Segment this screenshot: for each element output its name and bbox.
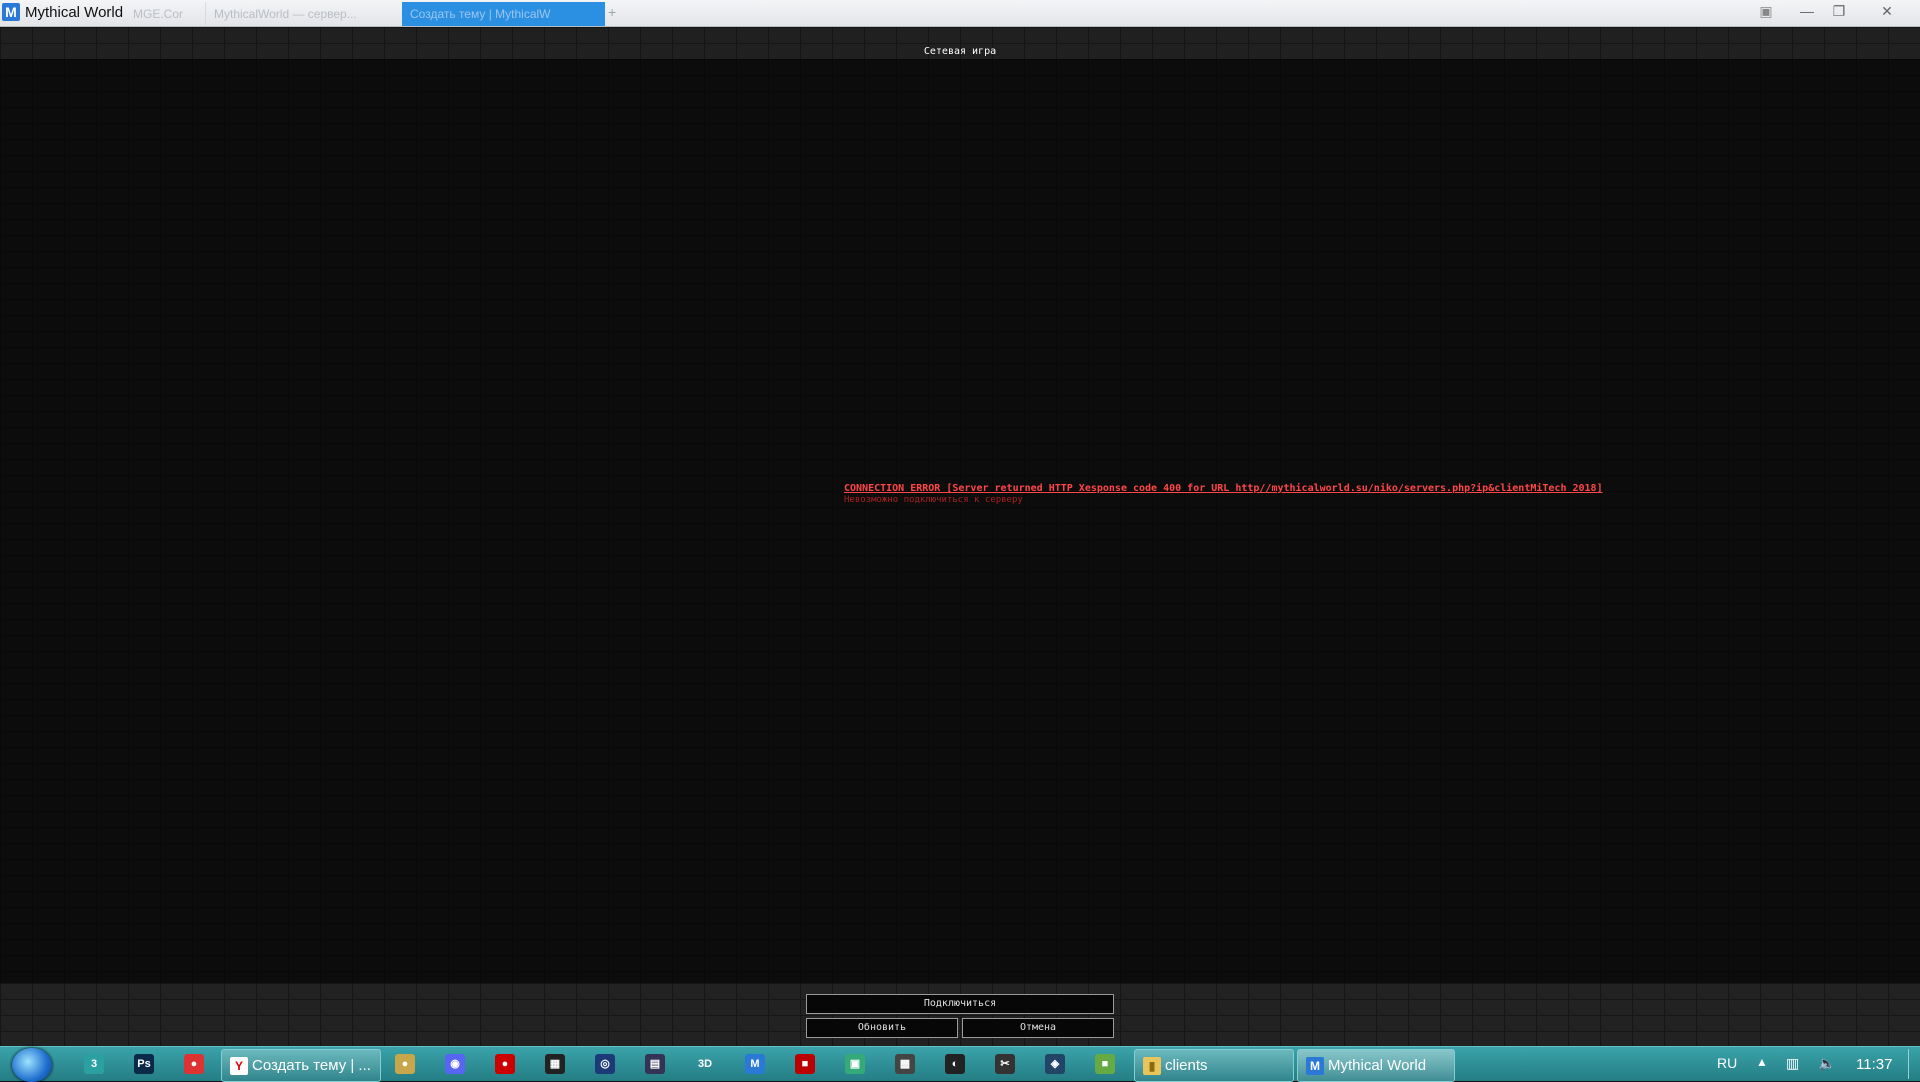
photoshop-icon[interactable]: Ps bbox=[134, 1054, 154, 1074]
connect-button[interactable]: Подключиться bbox=[806, 994, 1114, 1014]
gpu-icon[interactable]: ▩ bbox=[895, 1054, 915, 1074]
mythical-icon[interactable]: M bbox=[745, 1054, 765, 1074]
task-label: Mythical World bbox=[1328, 1057, 1427, 1074]
connection-error-text: CONNECTION ERROR [Server returned HTTP X… bbox=[844, 483, 1603, 494]
screen-title: Сетевая игра bbox=[923, 46, 997, 57]
refresh-button[interactable]: Обновить bbox=[806, 1018, 958, 1038]
3d-icon[interactable]: 3D bbox=[695, 1054, 715, 1074]
task-yandex-browser[interactable]: Y Создать тему | ... bbox=[221, 1049, 381, 1082]
tray-expand-icon[interactable]: ▲ bbox=[1756, 1055, 1768, 1069]
task-mythical-world[interactable]: M Mythical World bbox=[1297, 1049, 1455, 1082]
task-label: Создать тему | ... bbox=[252, 1057, 371, 1074]
mythical-app-icon: M bbox=[2, 3, 20, 21]
minimize-button[interactable]: — bbox=[1792, 0, 1822, 22]
minecraft-icon[interactable]: ■ bbox=[1095, 1054, 1115, 1074]
background-tab-1[interactable]: MGE.Cor bbox=[125, 2, 208, 26]
3-icon[interactable]: 3 bbox=[84, 1054, 104, 1074]
monitor-icon[interactable]: ▣ bbox=[845, 1054, 865, 1074]
cancel-button[interactable]: Отмена bbox=[962, 1018, 1114, 1038]
volume-icon[interactable]: 🔈 bbox=[1818, 1055, 1835, 1072]
game-screen: Сетевая игра CONNECTION ERROR [Server re… bbox=[0, 27, 1920, 1046]
cutter-icon[interactable]: ✂ bbox=[995, 1054, 1015, 1074]
cookie-icon[interactable]: ● bbox=[395, 1054, 415, 1074]
add-tab-icon[interactable]: + bbox=[608, 4, 616, 20]
connection-error-subtitle: Невозможно подключиться к серверу bbox=[844, 495, 1023, 505]
app-red-icon[interactable]: ■ bbox=[795, 1054, 815, 1074]
obs-icon[interactable]: ◐ bbox=[945, 1054, 965, 1074]
task-clients-folder[interactable]: ▮ clients bbox=[1134, 1049, 1294, 1082]
close-button[interactable]: ✕ bbox=[1872, 0, 1902, 22]
start-button[interactable] bbox=[12, 1048, 52, 1082]
taskbar: Y Создать тему | ... ▮ clients M Mythical W… bbox=[0, 1046, 1920, 1082]
window-menu-icon[interactable]: ▣ bbox=[1752, 0, 1780, 22]
window-title: Mythical World bbox=[25, 4, 124, 21]
language-indicator[interactable]: RU bbox=[1717, 1055, 1737, 1071]
folder-icon: ▮ bbox=[1143, 1057, 1161, 1076]
title-bar: M Mythical World MGE.Cor MythicalWorld —… bbox=[0, 0, 1920, 27]
show-desktop-button[interactable] bbox=[1908, 1049, 1919, 1079]
task-label: clients bbox=[1165, 1057, 1208, 1074]
maximize-button[interactable]: ❐ bbox=[1824, 0, 1854, 22]
game-window: M Mythical World MGE.Cor MythicalWorld —… bbox=[0, 0, 1920, 1046]
network-icon[interactable]: ▥ bbox=[1786, 1055, 1799, 1072]
cinema4d-icon[interactable]: ◎ bbox=[595, 1054, 615, 1074]
server-list[interactable] bbox=[0, 59, 1920, 1011]
chrome-icon[interactable]: ● bbox=[184, 1054, 204, 1074]
background-tab-2[interactable]: MythicalWorld — сервер... bbox=[205, 2, 404, 26]
record-icon[interactable]: ● bbox=[495, 1054, 515, 1074]
background-tab-3[interactable]: Создать тему | MythicalW bbox=[402, 2, 605, 26]
yandex-icon: Y bbox=[230, 1057, 248, 1076]
clock[interactable]: 11:37 bbox=[1856, 1056, 1892, 1073]
footer-strip bbox=[0, 983, 1920, 1046]
media-icon[interactable]: ▦ bbox=[545, 1054, 565, 1074]
remote-icon[interactable]: ▤ bbox=[645, 1054, 665, 1074]
mythical-icon: M bbox=[1306, 1057, 1324, 1076]
shield-icon[interactable]: ◈ bbox=[1045, 1054, 1065, 1074]
discord-icon[interactable]: ◉ bbox=[445, 1054, 465, 1074]
